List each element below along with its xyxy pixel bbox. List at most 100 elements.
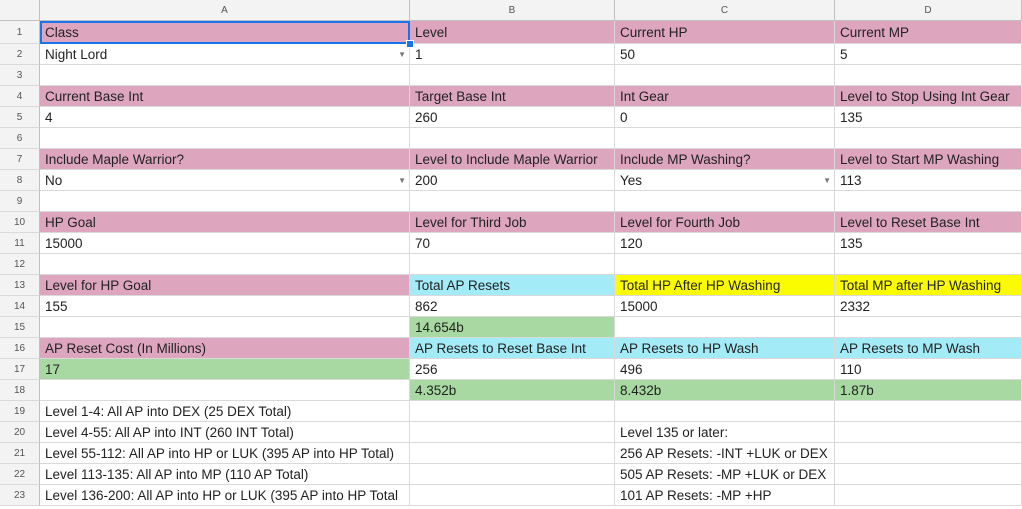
cell-a18[interactable] [40, 380, 410, 401]
cell-a17[interactable]: 17 [40, 359, 410, 380]
cell-c19[interactable] [615, 401, 835, 422]
cell-c21[interactable]: 256 AP Resets: -INT +LUK or DEX [615, 443, 835, 464]
cell-d4[interactable]: Level to Stop Using Int Gear [835, 86, 1022, 107]
cell-b21[interactable] [410, 443, 615, 464]
cell-a11[interactable]: 15000 [40, 233, 410, 254]
row-header-15[interactable]: 15 [0, 317, 40, 338]
cell-d5[interactable]: 135 [835, 107, 1022, 128]
row-header-5[interactable]: 5 [0, 107, 40, 128]
cell-c1[interactable]: Current HP [615, 21, 835, 44]
cell-d20[interactable] [835, 422, 1022, 443]
select-all-corner[interactable] [0, 0, 40, 21]
cell-d10[interactable]: Level to Reset Base Int [835, 212, 1022, 233]
cell-c2[interactable]: 50 [615, 44, 835, 65]
selection-fill-handle[interactable] [406, 40, 414, 48]
cell-a16[interactable]: AP Reset Cost (In Millions) [40, 338, 410, 359]
cell-b4[interactable]: Target Base Int [410, 86, 615, 107]
row-header-17[interactable]: 17 [0, 359, 40, 380]
triangle-down-icon[interactable]: ▼ [398, 44, 406, 64]
cell-c9[interactable] [615, 191, 835, 212]
row-header-18[interactable]: 18 [0, 380, 40, 401]
cell-b16[interactable]: AP Resets to Reset Base Int [410, 338, 615, 359]
cell-b15[interactable]: 14.654b [410, 317, 615, 338]
cell-b7[interactable]: Level to Include Maple Warrior [410, 149, 615, 170]
cell-b9[interactable] [410, 191, 615, 212]
cell-b5[interactable]: 260 [410, 107, 615, 128]
row-header-12[interactable]: 12 [0, 254, 40, 275]
cell-d12[interactable] [835, 254, 1022, 275]
cell-a2[interactable]: Night Lord ▼ [40, 44, 410, 65]
triangle-down-icon[interactable]: ▼ [823, 170, 831, 190]
cell-d8[interactable]: 113 [835, 170, 1022, 191]
cell-a14[interactable]: 155 [40, 296, 410, 317]
cell-b8[interactable]: 200 [410, 170, 615, 191]
cell-c6[interactable] [615, 128, 835, 149]
cell-d22[interactable] [835, 464, 1022, 485]
cell-c5[interactable]: 0 [615, 107, 835, 128]
cell-c10[interactable]: Level for Fourth Job [615, 212, 835, 233]
cell-d21[interactable] [835, 443, 1022, 464]
cell-a6[interactable] [40, 128, 410, 149]
cell-c17[interactable]: 496 [615, 359, 835, 380]
cell-a13[interactable]: Level for HP Goal [40, 275, 410, 296]
cell-d14[interactable]: 2332 [835, 296, 1022, 317]
cell-b17[interactable]: 256 [410, 359, 615, 380]
cell-a5[interactable]: 4 [40, 107, 410, 128]
cell-a1[interactable]: Class [40, 21, 410, 44]
row-header-21[interactable]: 21 [0, 443, 40, 464]
row-header-3[interactable]: 3 [0, 65, 40, 86]
cell-c22[interactable]: 505 AP Resets: -MP +LUK or DEX [615, 464, 835, 485]
row-header-8[interactable]: 8 [0, 170, 40, 191]
cell-c18[interactable]: 8.432b [615, 380, 835, 401]
cell-a7[interactable]: Include Maple Warrior? [40, 149, 410, 170]
row-header-9[interactable]: 9 [0, 191, 40, 212]
cell-a10[interactable]: HP Goal [40, 212, 410, 233]
cell-b12[interactable] [410, 254, 615, 275]
row-header-14[interactable]: 14 [0, 296, 40, 317]
cell-c3[interactable] [615, 65, 835, 86]
cell-b2[interactable]: 1 [410, 44, 615, 65]
row-header-19[interactable]: 19 [0, 401, 40, 422]
cell-c23[interactable]: 101 AP Resets: -MP +HP [615, 485, 835, 506]
cell-d16[interactable]: AP Resets to MP Wash [835, 338, 1022, 359]
cell-c13[interactable]: Total HP After HP Washing [615, 275, 835, 296]
cell-c8[interactable]: Yes ▼ [615, 170, 835, 191]
cell-d7[interactable]: Level to Start MP Washing [835, 149, 1022, 170]
cell-c16[interactable]: AP Resets to HP Wash [615, 338, 835, 359]
column-header-c[interactable]: C [615, 0, 835, 21]
cell-d1[interactable]: Current MP [835, 21, 1022, 44]
row-header-10[interactable]: 10 [0, 212, 40, 233]
column-header-a[interactable]: A [40, 0, 410, 21]
cell-d6[interactable] [835, 128, 1022, 149]
cell-a9[interactable] [40, 191, 410, 212]
cell-a22[interactable]: Level 113-135: All AP into MP (110 AP To… [40, 464, 410, 485]
cell-d2[interactable]: 5 [835, 44, 1022, 65]
cell-c4[interactable]: Int Gear [615, 86, 835, 107]
row-header-7[interactable]: 7 [0, 149, 40, 170]
cell-d13[interactable]: Total MP after HP Washing [835, 275, 1022, 296]
cell-b14[interactable]: 862 [410, 296, 615, 317]
cell-d15[interactable] [835, 317, 1022, 338]
row-header-6[interactable]: 6 [0, 128, 40, 149]
cell-b20[interactable] [410, 422, 615, 443]
row-header-2[interactable]: 2 [0, 44, 40, 65]
cell-d3[interactable] [835, 65, 1022, 86]
cell-c14[interactable]: 15000 [615, 296, 835, 317]
row-header-1[interactable]: 1 [0, 21, 40, 44]
cell-b11[interactable]: 70 [410, 233, 615, 254]
cell-c20[interactable]: Level 135 or later: [615, 422, 835, 443]
cell-c7[interactable]: Include MP Washing? [615, 149, 835, 170]
cell-b10[interactable]: Level for Third Job [410, 212, 615, 233]
cell-a4[interactable]: Current Base Int [40, 86, 410, 107]
column-header-b[interactable]: B [410, 0, 615, 21]
row-header-4[interactable]: 4 [0, 86, 40, 107]
cell-d17[interactable]: 110 [835, 359, 1022, 380]
cell-a15[interactable] [40, 317, 410, 338]
cell-d9[interactable] [835, 191, 1022, 212]
cell-c15[interactable] [615, 317, 835, 338]
cell-d18[interactable]: 1.87b [835, 380, 1022, 401]
cell-b1[interactable]: Level [410, 21, 615, 44]
column-header-d[interactable]: D [835, 0, 1022, 21]
cell-c11[interactable]: 120 [615, 233, 835, 254]
cell-a12[interactable] [40, 254, 410, 275]
